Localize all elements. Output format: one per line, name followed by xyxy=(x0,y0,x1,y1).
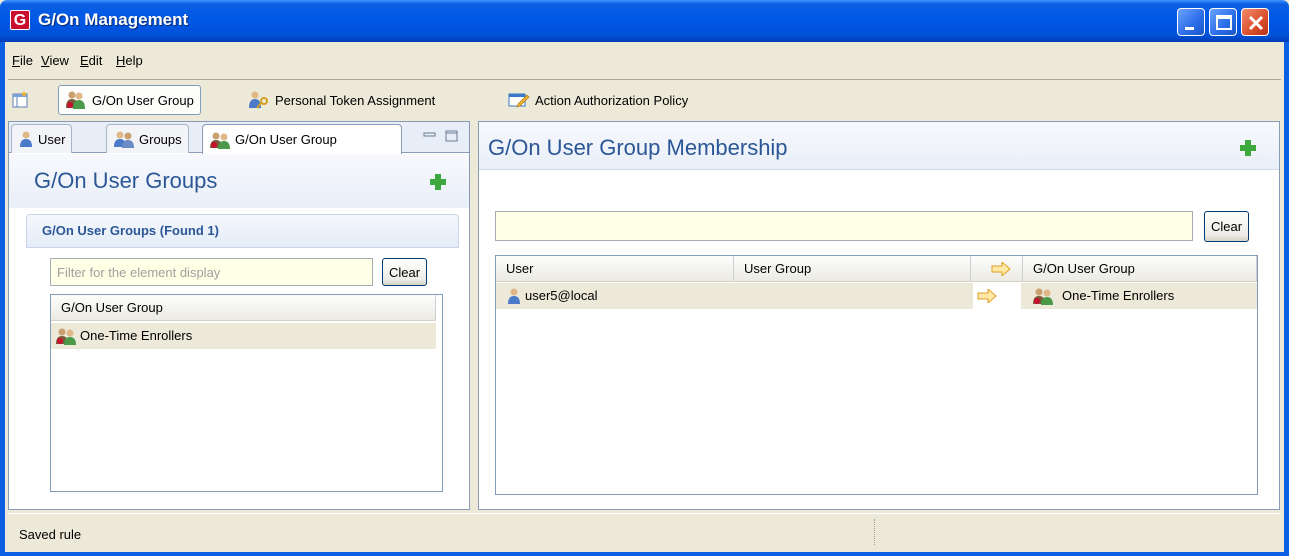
left-panel: User Groups G/On User Group G/On User Gr… xyxy=(8,121,470,510)
close-button[interactable] xyxy=(1241,8,1269,36)
title-bar: G G/On Management xyxy=(0,0,1289,42)
toolbar-action-authorization-policy-label: Action Authorization Policy xyxy=(535,92,689,108)
tab-user[interactable]: User xyxy=(11,124,73,153)
membership-table: User User Group G/On User Group user5@lo… xyxy=(495,255,1258,495)
list-item-label: One-Time Enrollers xyxy=(80,328,193,343)
cell-user: user5@local xyxy=(506,283,597,309)
toolbar-action-authorization-policy[interactable]: Action Authorization Policy xyxy=(508,85,688,115)
minimize-button[interactable] xyxy=(1177,8,1205,36)
group-list: G/On User Group One-Time Enrollers xyxy=(50,294,443,492)
window-frame-bottom xyxy=(0,552,1289,556)
list-item[interactable]: One-Time Enrollers xyxy=(51,323,436,349)
maximize-view-icon[interactable] xyxy=(445,130,459,142)
arrow-right-icon xyxy=(991,260,1011,278)
policy-icon xyxy=(508,93,530,108)
tab-groups-label: Groups xyxy=(139,131,182,147)
right-panel-title: G/On User Group Membership xyxy=(488,135,788,160)
user-icon xyxy=(20,131,32,147)
cell-arrow xyxy=(973,283,1021,309)
new-window-icon xyxy=(12,91,28,108)
filter-input[interactable] xyxy=(50,258,373,286)
window-title: G/On Management xyxy=(38,10,189,29)
user-group-icon xyxy=(210,132,230,149)
left-clear-button[interactable]: Clear xyxy=(382,258,428,286)
column-header-user[interactable]: User xyxy=(496,256,734,282)
status-bar: Saved rule xyxy=(8,513,1281,551)
tab-groups[interactable]: Groups xyxy=(106,124,189,153)
cell-user-label: user5@local xyxy=(525,288,598,303)
app-logo-icon: G xyxy=(10,10,30,30)
column-header-gon-user-group[interactable]: G/On User Group xyxy=(1023,256,1257,282)
left-panel-header: G/On User Groups xyxy=(9,154,469,208)
window-frame-left xyxy=(0,42,5,556)
tab-gon-user-group-label: G/On User Group xyxy=(235,132,337,147)
toolbar-gon-user-group[interactable]: G/On User Group xyxy=(58,85,201,115)
left-panel-title: G/On User Groups xyxy=(34,168,218,193)
right-clear-button[interactable]: Clear xyxy=(1204,211,1250,242)
view-controls xyxy=(423,130,459,142)
minimize-view-icon[interactable] xyxy=(423,130,437,142)
user-group-icon xyxy=(1033,288,1053,305)
user-group-icon xyxy=(66,91,85,109)
column-header-arrow xyxy=(971,256,1023,282)
menu-separator xyxy=(8,79,1281,80)
table-row[interactable]: user5@local One-Time Enrollers xyxy=(496,283,1257,309)
status-divider xyxy=(874,519,877,545)
minimize-icon xyxy=(1185,27,1194,30)
membership-search-input[interactable] xyxy=(495,211,1193,241)
list-column-header[interactable]: G/On User Group xyxy=(51,295,436,321)
user-icon xyxy=(508,288,520,304)
section-header: G/On User Groups (Found 1) xyxy=(26,214,459,248)
cell-gon-user-group-label: One-Time Enrollers xyxy=(1062,288,1175,303)
status-text: Saved rule xyxy=(19,527,82,542)
add-icon[interactable] xyxy=(1239,139,1257,157)
toolbar-gon-user-group-label: G/On User Group xyxy=(92,92,194,108)
cell-gon-user-group: One-Time Enrollers xyxy=(1032,283,1174,309)
window-frame-right xyxy=(1284,42,1289,556)
section-title: G/On User Groups (Found 1) xyxy=(42,223,219,238)
menu-file[interactable]: File xyxy=(12,53,33,68)
column-header-user-group[interactable]: User Group xyxy=(734,256,971,282)
menu-help[interactable]: Help xyxy=(116,53,143,68)
left-tab-bar: User Groups G/On User Group xyxy=(9,122,469,154)
maximize-button[interactable] xyxy=(1209,8,1237,36)
arrow-right-icon xyxy=(977,289,997,303)
new-window-button[interactable] xyxy=(12,85,30,115)
toolbar: G/On User Group Personal Token Assignmen… xyxy=(8,81,1281,119)
menu-view[interactable]: View xyxy=(41,53,69,68)
add-icon[interactable] xyxy=(429,173,447,191)
user-group-icon xyxy=(56,328,76,345)
right-panel: G/On User Group Membership Clear User Us… xyxy=(478,121,1280,510)
menu-edit[interactable]: Edit xyxy=(80,53,102,68)
maximize-icon xyxy=(1216,15,1232,30)
right-panel-header: G/On User Group Membership xyxy=(479,122,1279,170)
toolbar-personal-token-assignment-label: Personal Token Assignment xyxy=(275,92,436,108)
tab-gon-user-group[interactable]: G/On User Group xyxy=(202,124,402,154)
menu-bar: File View Edit Help xyxy=(8,43,1281,79)
groups-icon xyxy=(114,131,134,148)
toolbar-personal-token-assignment[interactable]: Personal Token Assignment xyxy=(248,85,435,115)
tab-user-label: User xyxy=(38,131,66,147)
token-assignment-icon xyxy=(249,91,268,109)
close-icon xyxy=(1248,15,1264,31)
